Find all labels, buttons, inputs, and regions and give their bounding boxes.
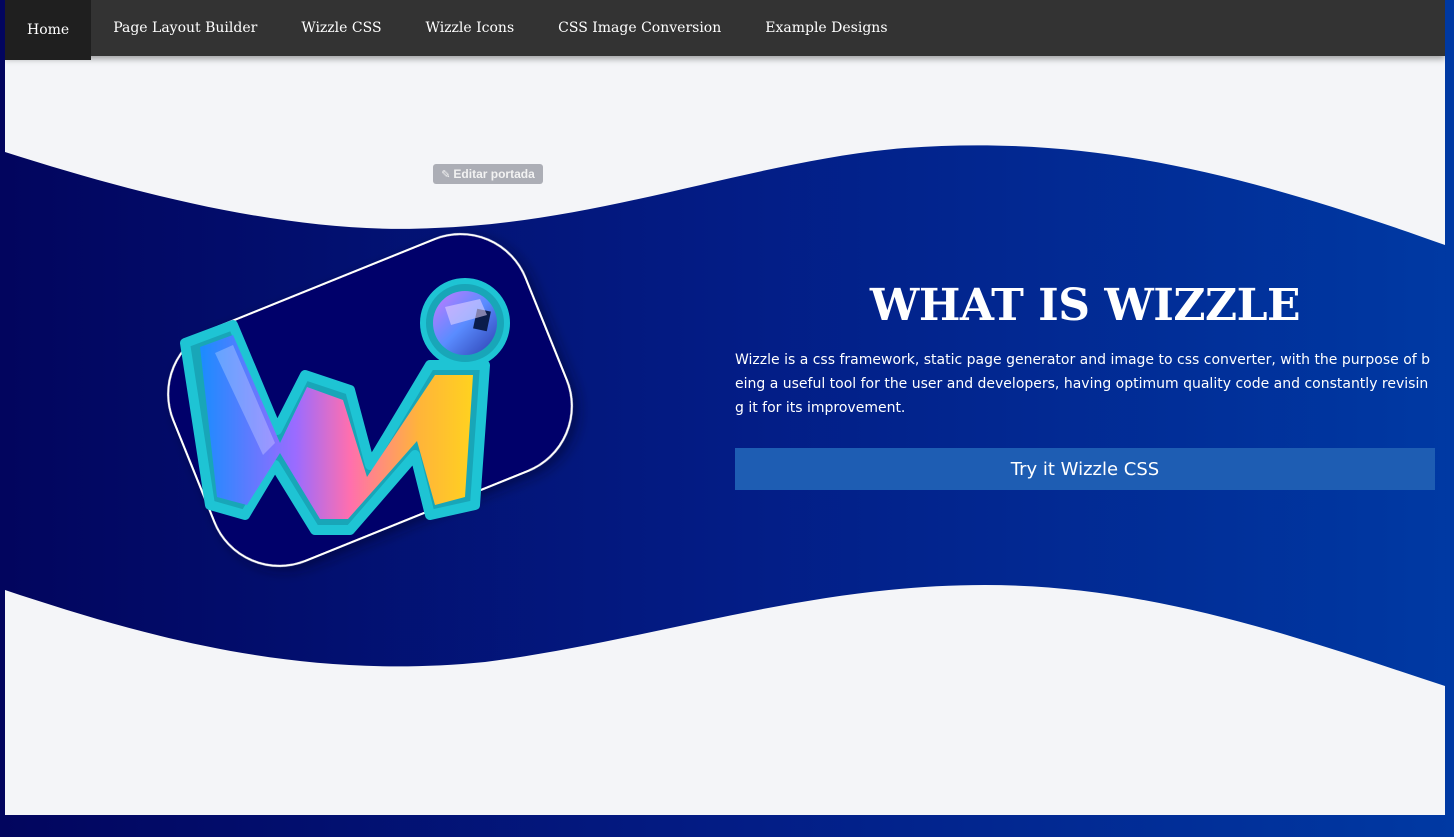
- try-wizzle-css-button[interactable]: Try it Wizzle CSS: [735, 448, 1435, 490]
- page: ✎ Editar portada WHAT IS WIZZLE Wizzle i…: [5, 0, 1445, 815]
- edit-cover-button[interactable]: ✎ Editar portada: [433, 164, 543, 184]
- nav-item-page-layout-builder[interactable]: Page Layout Builder: [91, 0, 279, 56]
- hero-title: WHAT IS WIZZLE: [869, 280, 1301, 331]
- nav-item-home[interactable]: Home: [5, 0, 92, 60]
- top-navbar: Home Page Layout Builder Wizzle CSS Wizz…: [5, 0, 1445, 60]
- nav-item-example-designs[interactable]: Example Designs: [743, 0, 909, 56]
- nav-item-wizzle-icons[interactable]: Wizzle Icons: [404, 0, 537, 56]
- hero-description: Wizzle is a css framework, static page g…: [735, 352, 1431, 416]
- wizzle-logo: [167, 233, 573, 567]
- edit-cover-label: Editar portada: [453, 167, 535, 181]
- nav-item-css-image-conversion[interactable]: CSS Image Conversion: [536, 0, 743, 56]
- hero-content: WHAT IS WIZZLE Wizzle is a css framework…: [735, 280, 1435, 490]
- pencil-icon: ✎: [441, 168, 451, 181]
- nav-item-wizzle-css[interactable]: Wizzle CSS: [279, 0, 403, 56]
